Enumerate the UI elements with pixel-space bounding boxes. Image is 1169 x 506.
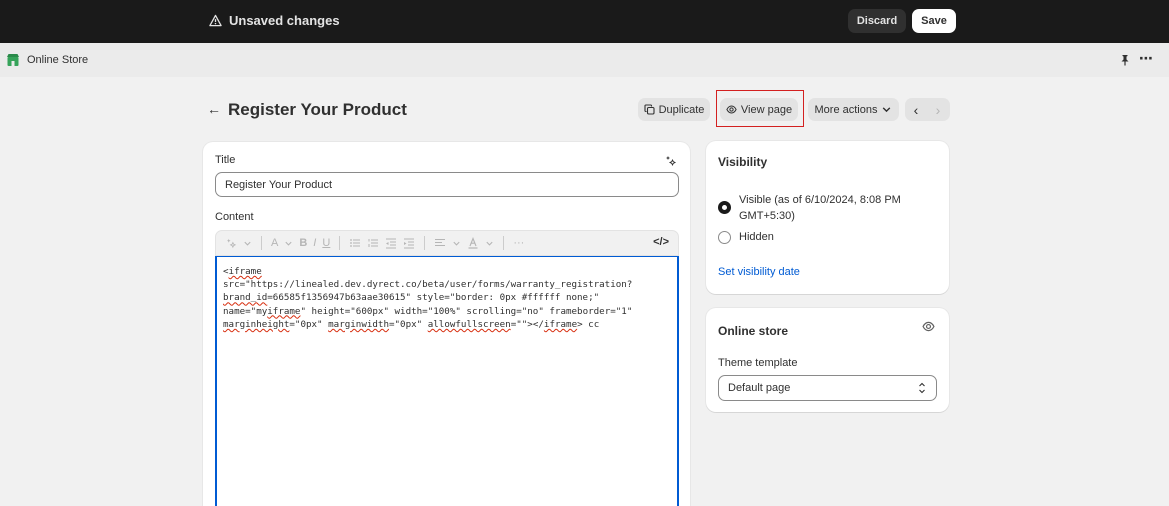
indent-icon[interactable] (403, 237, 415, 249)
app-title-bar (0, 43, 1169, 77)
chevron-down-icon[interactable] (452, 239, 461, 248)
toolbar-divider (339, 236, 341, 250)
more-actions-button[interactable]: More actions (808, 98, 899, 121)
html-code-editor[interactable]: <iframe src="https://linealed.dev.dyrect… (215, 256, 679, 506)
theme-template-label: Theme template (718, 357, 798, 369)
chevron-down-icon[interactable] (485, 239, 494, 248)
view-page-label: View page (740, 103, 793, 116)
hidden-radio-label[interactable]: Hidden (739, 231, 774, 243)
title-input[interactable] (215, 172, 679, 197)
title-label: Title (215, 154, 236, 166)
visibility-heading: Visibility (718, 155, 768, 169)
toolbar-divider (261, 236, 262, 250)
more-formatting-button[interactable]: ··· (513, 237, 524, 249)
set-visibility-date-link[interactable]: Set visibility date (718, 266, 800, 278)
contextual-save-bar (0, 0, 1169, 43)
font-style-button[interactable]: A (271, 237, 278, 249)
theme-template-select[interactable]: Default page (718, 375, 937, 401)
unsaved-changes-label: Unsaved changes (229, 13, 340, 28)
next-page-icon[interactable]: › (927, 98, 949, 121)
magic-icon[interactable] (665, 155, 677, 167)
hidden-radio[interactable] (718, 231, 731, 244)
outdent-icon[interactable] (385, 237, 397, 249)
numbered-list-icon[interactable] (367, 237, 379, 249)
align-left-icon[interactable] (434, 237, 446, 249)
chevron-down-icon (883, 107, 891, 113)
page-navigation: ‹ › (905, 98, 950, 121)
underline-button[interactable]: U (322, 237, 330, 249)
save-button[interactable]: Save (912, 9, 956, 33)
back-arrow-icon[interactable]: ← (207, 101, 221, 117)
theme-template-value: Default page (728, 382, 791, 394)
visible-radio[interactable] (718, 201, 731, 214)
warning-icon (209, 14, 222, 27)
duplicate-button[interactable]: Duplicate (638, 98, 710, 121)
rich-text-toolbar: A B I U ··· </> (215, 230, 679, 256)
text-color-icon[interactable] (467, 237, 479, 249)
online-store-icon (7, 54, 19, 66)
toolbar-divider (503, 236, 505, 250)
duplicate-label: Duplicate (658, 103, 705, 116)
chevron-down-icon[interactable] (284, 239, 293, 248)
content-label: Content (215, 211, 254, 223)
bullet-list-icon[interactable] (349, 237, 361, 249)
bold-button[interactable]: B (299, 237, 307, 249)
toolbar-divider (424, 236, 426, 250)
visible-radio-label[interactable]: Visible (as of 6/10/2024, 8:08 PM GMT+5:… (739, 192, 939, 224)
page-title: Register Your Product (228, 100, 407, 119)
more-options-icon[interactable]: ⋯ (1139, 50, 1154, 67)
discard-button[interactable]: Discard (848, 9, 906, 33)
app-name: Online Store (27, 54, 89, 66)
duplicate-icon (644, 104, 655, 115)
select-chevron-icon (919, 382, 925, 394)
show-html-button[interactable]: </> (653, 236, 669, 248)
online-store-heading: Online store (718, 324, 789, 338)
eye-icon[interactable] (922, 320, 935, 333)
unsaved-changes-indicator: Unsaved changes (209, 13, 340, 28)
more-actions-label: More actions (814, 103, 878, 116)
view-page-button[interactable]: View page (720, 98, 798, 121)
pin-icon[interactable] (1119, 54, 1131, 66)
chevron-down-icon[interactable] (243, 239, 252, 248)
italic-button[interactable]: I (313, 237, 316, 249)
previous-page-icon[interactable]: ‹ (905, 98, 927, 121)
magic-icon[interactable] (226, 238, 237, 249)
eye-icon (726, 105, 737, 114)
